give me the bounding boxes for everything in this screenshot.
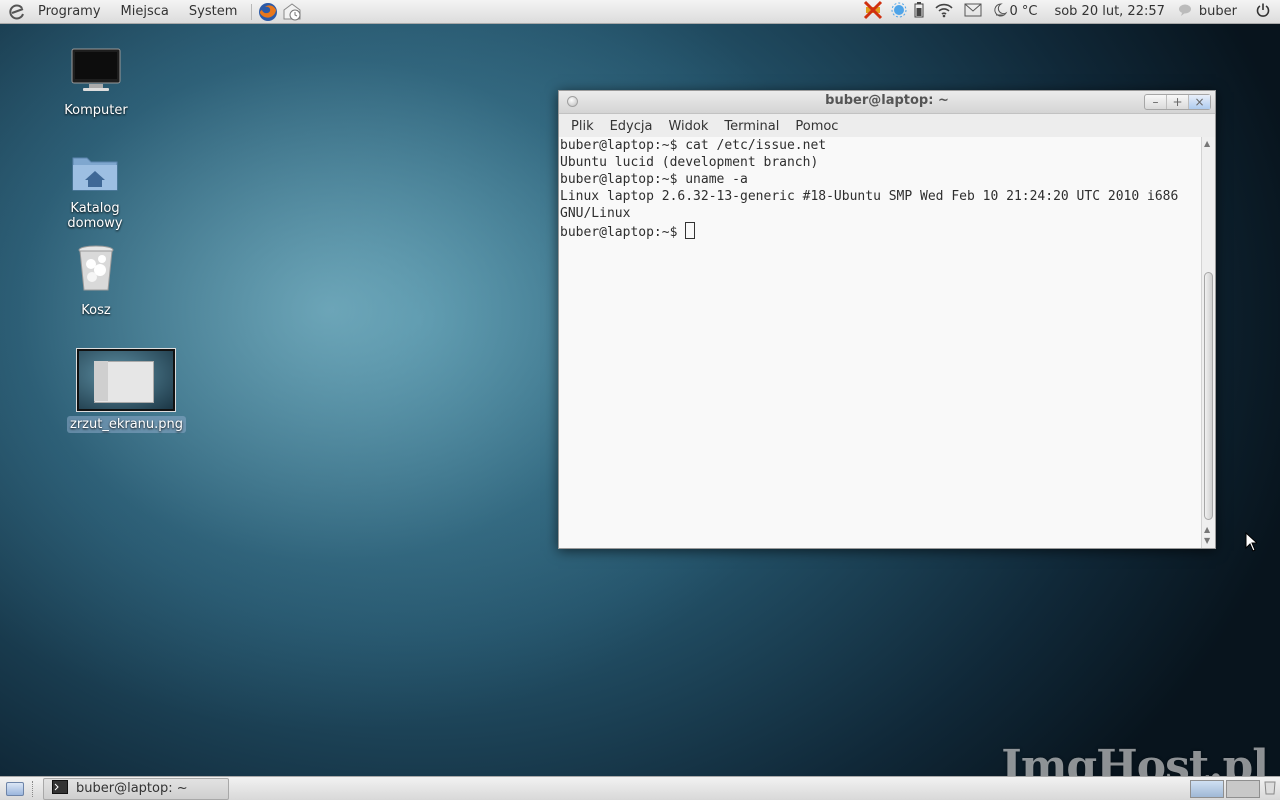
- workspace-switcher: [1188, 779, 1260, 798]
- desktop-icon-zrzut-ekranu[interactable]: zrzut_ekranu.png: [67, 348, 187, 433]
- clock[interactable]: sob 20 lut, 22:57: [1054, 0, 1164, 24]
- menu-widok[interactable]: Widok: [660, 119, 716, 134]
- menu-programy[interactable]: Programy: [28, 0, 111, 24]
- power-icon[interactable]: [1256, 3, 1270, 21]
- terminal-prompt-line[interactable]: buber@laptop:~$: [560, 222, 1201, 241]
- maximize-icon[interactable]: +: [1167, 95, 1189, 109]
- home-folder-icon: [40, 152, 150, 196]
- show-desktop-icon[interactable]: [6, 781, 24, 796]
- user-name[interactable]: buber: [1199, 0, 1237, 24]
- menu-terminal[interactable]: Terminal: [716, 119, 787, 134]
- mail-envelope-icon[interactable]: [964, 3, 982, 21]
- desktop-icon-label: Komputer: [64, 103, 128, 118]
- bottom-panel: buber@laptop: ~: [0, 776, 1280, 800]
- terminal-line: GNU/Linux: [560, 206, 631, 221]
- desktop-icon-label: Katalog domowy: [67, 201, 123, 231]
- desktop-icon-komputer[interactable]: Komputer: [41, 48, 151, 119]
- menu-plik[interactable]: Plik: [563, 119, 602, 134]
- terminal-scrollbar[interactable]: ▲ ▲ ▼: [1201, 137, 1215, 548]
- battery-icon[interactable]: [914, 1, 924, 22]
- workspace-1[interactable]: [1190, 779, 1224, 798]
- close-icon[interactable]: ×: [1189, 95, 1210, 109]
- menu-system[interactable]: System: [179, 0, 247, 24]
- chat-bubble-icon[interactable]: [1178, 4, 1192, 20]
- terminal-icon: [52, 779, 68, 798]
- scroll-down-arrow-icon[interactable]: ▼: [1204, 536, 1210, 545]
- terminal-titlebar[interactable]: buber@laptop: ~ – + ×: [559, 91, 1215, 114]
- menu-miejsca[interactable]: Miejsca: [111, 0, 179, 24]
- workspace-2[interactable]: [1226, 779, 1260, 798]
- weather-temperature[interactable]: 0 °C: [1009, 0, 1037, 24]
- firefox-icon[interactable]: [257, 1, 279, 23]
- desktop-icon-katalog-domowy[interactable]: Katalog domowy: [40, 152, 150, 232]
- top-panel: Programy Miejsca System 0 °C sob 20 lut,…: [0, 0, 1280, 24]
- wifi-icon[interactable]: [934, 2, 954, 22]
- minimize-icon[interactable]: –: [1145, 95, 1167, 109]
- trash-icon: [41, 244, 151, 298]
- desktop-icon-label: zrzut_ekranu.png: [67, 416, 187, 433]
- scroll-up-arrow-icon[interactable]: ▲: [1204, 525, 1210, 534]
- panel-grip[interactable]: [32, 780, 37, 797]
- terminal-title: buber@laptop: ~: [825, 93, 949, 108]
- window-controls: – + ×: [1144, 94, 1211, 110]
- scrollbar-thumb[interactable]: [1204, 272, 1213, 520]
- trash-applet-icon[interactable]: [1264, 779, 1276, 799]
- weather-night-icon[interactable]: [992, 2, 1008, 22]
- terminal-output[interactable]: buber@laptop:~$ cat /etc/issue.net Ubuntu…: [559, 137, 1201, 548]
- terminal-line: Linux laptop 2.6.32-13-generic #18-Ubunt…: [560, 189, 1179, 204]
- network-disconnected-icon[interactable]: [862, 0, 884, 25]
- menu-edycja[interactable]: Edycja: [602, 119, 661, 134]
- terminal-window[interactable]: buber@laptop: ~ – + × Plik Edycja Widok …: [558, 90, 1216, 549]
- image-thumbnail-icon: [76, 348, 176, 412]
- desktop-icon-label: Kosz: [81, 303, 111, 318]
- terminal-line: buber@laptop:~$ uname -a: [560, 172, 748, 187]
- computer-icon: [41, 48, 151, 98]
- terminal-line: buber@laptop:~$ cat /etc/issue.net: [560, 138, 827, 153]
- terminal-prompt: buber@laptop:~$: [560, 225, 686, 240]
- taskbar-button-label: buber@laptop: ~: [76, 781, 188, 796]
- terminal-line: Ubuntu lucid (development branch): [560, 155, 819, 170]
- scroll-up-arrow-icon[interactable]: ▲: [1204, 139, 1210, 148]
- mail-clock-icon[interactable]: [281, 1, 303, 23]
- desktop-icon-kosz[interactable]: Kosz: [41, 244, 151, 319]
- menu-pomoc[interactable]: Pomoc: [787, 119, 846, 134]
- main-menu-logo-icon[interactable]: [6, 0, 28, 24]
- system-tray: 0 °C sob 20 lut, 22:57 buber: [857, 0, 1280, 24]
- panel-separator: [251, 3, 253, 20]
- terminal-menubar: Plik Edycja Widok Terminal Pomoc: [559, 114, 1215, 139]
- taskbar-button-terminal[interactable]: buber@laptop: ~: [43, 777, 229, 800]
- weather-sun-icon[interactable]: [891, 2, 907, 22]
- mouse-pointer-icon: [1245, 531, 1259, 556]
- terminal-cursor: [685, 222, 696, 239]
